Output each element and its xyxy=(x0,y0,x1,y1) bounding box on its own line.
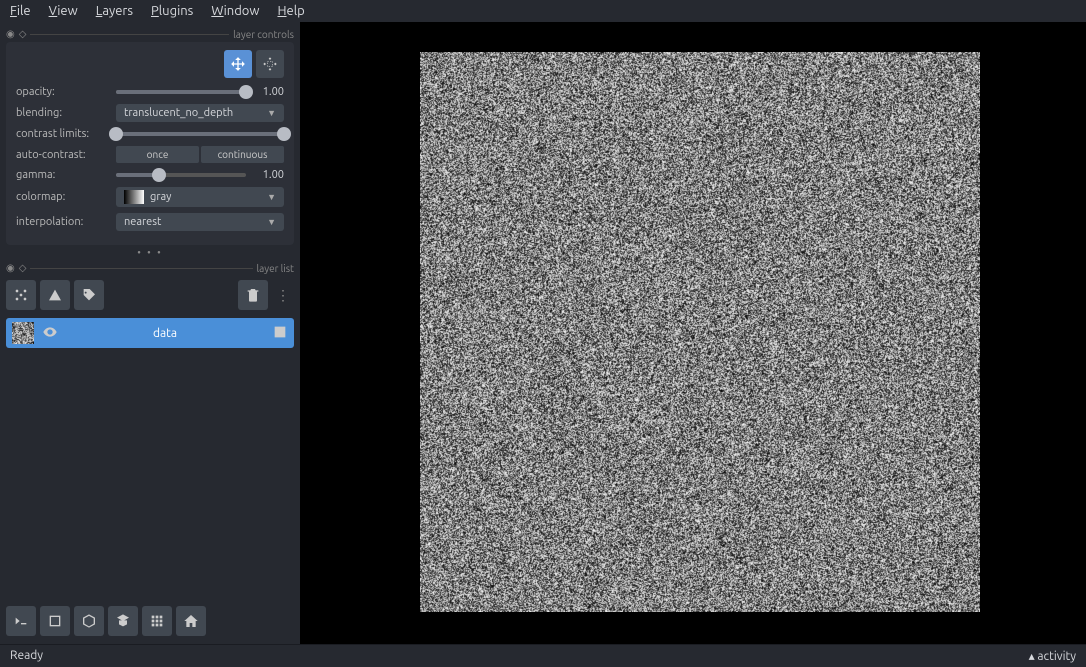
opacity-label: opacity: xyxy=(16,86,108,98)
contrast-slider[interactable] xyxy=(116,132,284,136)
collapse-icon[interactable]: ◉ xyxy=(6,28,15,40)
chevron-down-icon: ▼ xyxy=(267,192,276,202)
transpose-icon xyxy=(115,613,131,629)
autocontrast-label: auto-contrast: xyxy=(16,149,108,161)
transform-icon xyxy=(262,56,278,72)
layer-list-header: ◉ ◇ layer list xyxy=(6,262,294,274)
menubar: File View Layers Plugins Window Help xyxy=(0,0,1086,22)
colormap-select[interactable]: gray ▼ xyxy=(116,187,284,207)
colormap-label: colormap: xyxy=(16,191,108,203)
pan-zoom-tool[interactable] xyxy=(224,50,252,78)
opacity-value: 1.00 xyxy=(254,86,284,98)
canvas[interactable] xyxy=(300,22,1086,644)
labels-icon xyxy=(81,287,97,303)
cube-icon xyxy=(81,613,97,629)
status-text: Ready xyxy=(10,649,43,663)
console-button[interactable] xyxy=(6,606,36,636)
opacity-slider[interactable] xyxy=(116,90,246,94)
expand-icon[interactable]: ◇ xyxy=(19,28,27,40)
contrast-label: contrast limits: xyxy=(16,128,108,140)
new-points-layer-button[interactable] xyxy=(6,280,36,310)
menu-file[interactable]: File xyxy=(10,4,31,18)
menu-window[interactable]: Window xyxy=(211,4,259,18)
expand-icon[interactable]: ◇ xyxy=(19,262,27,274)
layer-controls-panel: opacity: 1.00 blending: translucent_no_d… xyxy=(6,42,294,245)
blending-select[interactable]: translucent_no_depth ▼ xyxy=(116,104,284,122)
left-panel: ◉ ◇ layer controls opacity: 1.00 xyxy=(0,22,300,644)
visibility-icon[interactable] xyxy=(42,324,58,343)
interpolation-label: interpolation: xyxy=(16,216,108,228)
menu-view[interactable]: View xyxy=(49,4,78,18)
layer-list-title: layer list xyxy=(257,263,295,274)
panel-resize-handle[interactable]: • • • xyxy=(6,245,294,260)
gamma-slider[interactable] xyxy=(116,173,246,177)
menu-layers[interactable]: Layers xyxy=(96,4,133,18)
colormap-swatch xyxy=(124,190,144,204)
new-labels-layer-button[interactable] xyxy=(74,280,104,310)
chevron-down-icon: ▼ xyxy=(267,108,276,118)
square-icon xyxy=(47,613,63,629)
interpolation-select[interactable]: nearest ▼ xyxy=(116,213,284,231)
image-display xyxy=(420,52,980,612)
delete-layer-button[interactable] xyxy=(238,280,268,310)
transpose-button[interactable] xyxy=(108,606,138,636)
collapse-icon[interactable]: ◉ xyxy=(6,262,15,274)
layer-thumbnail xyxy=(12,322,34,344)
home-icon xyxy=(183,613,199,629)
colormap-value: gray xyxy=(150,191,171,203)
autocontrast-once-button[interactable]: once xyxy=(116,146,199,163)
interpolation-value: nearest xyxy=(124,216,161,228)
console-icon xyxy=(13,613,29,629)
activity-toggle[interactable]: ▴ activity xyxy=(1029,649,1076,663)
grid-icon xyxy=(149,613,165,629)
ndisplay-button[interactable] xyxy=(40,606,70,636)
blending-value: translucent_no_depth xyxy=(124,107,233,119)
layer-controls-title: layer controls xyxy=(233,29,294,40)
image-icon xyxy=(272,324,288,343)
menu-help[interactable]: Help xyxy=(277,4,304,18)
gamma-value: 1.00 xyxy=(254,169,284,181)
grid-button[interactable] xyxy=(142,606,172,636)
chevron-down-icon: ▼ xyxy=(267,217,276,227)
viewer-buttons xyxy=(6,602,294,640)
menu-plugins[interactable]: Plugins xyxy=(151,4,193,18)
layer-name: data xyxy=(66,327,264,340)
trash-icon xyxy=(245,287,261,303)
statusbar: Ready ▴ activity xyxy=(0,644,1086,667)
new-shapes-layer-button[interactable] xyxy=(40,280,70,310)
points-icon xyxy=(13,287,29,303)
shapes-icon xyxy=(47,287,63,303)
layer-item[interactable]: data xyxy=(6,318,294,348)
autocontrast-continuous-button[interactable]: continuous xyxy=(201,146,284,163)
home-button[interactable] xyxy=(176,606,206,636)
layer-list-menu[interactable]: ⋮ xyxy=(272,287,294,304)
transform-tool[interactable] xyxy=(256,50,284,78)
blending-label: blending: xyxy=(16,107,108,119)
layer-controls-header: ◉ ◇ layer controls xyxy=(6,28,294,40)
roll-dims-button[interactable] xyxy=(74,606,104,636)
move-icon xyxy=(230,56,246,72)
gamma-label: gamma: xyxy=(16,169,108,181)
